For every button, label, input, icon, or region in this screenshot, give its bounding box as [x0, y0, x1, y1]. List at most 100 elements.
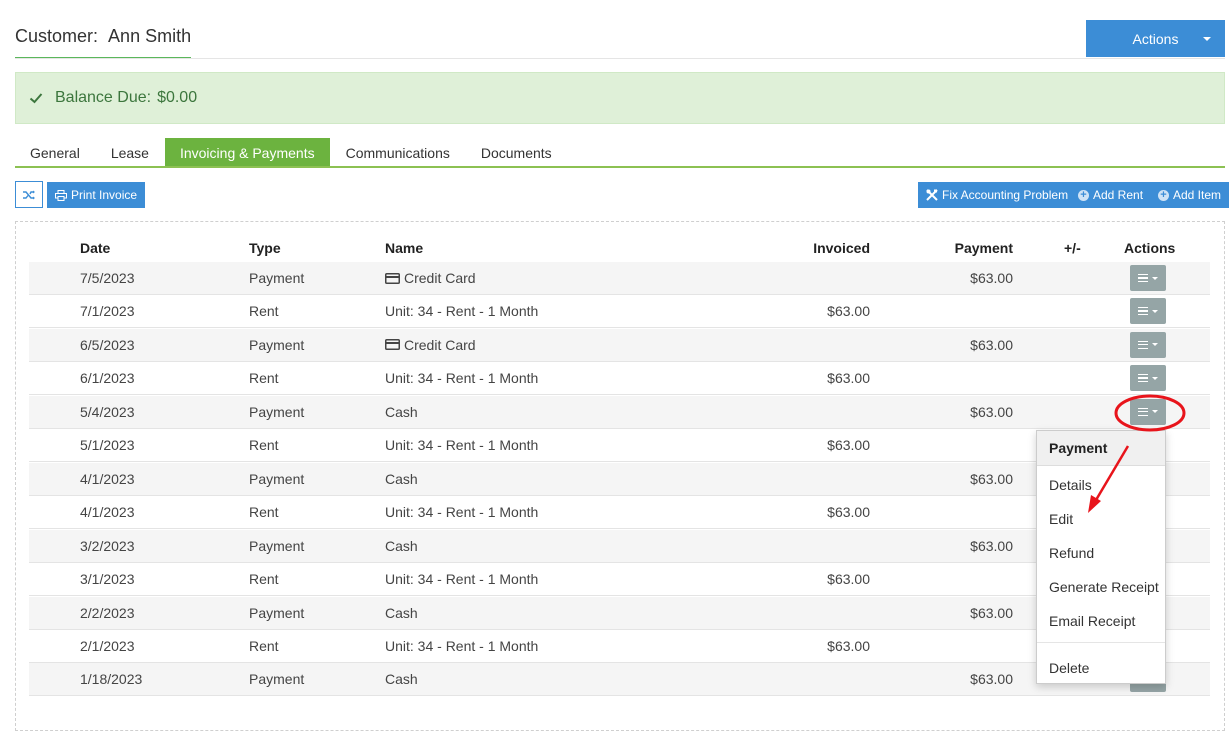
menu-item-email-receipt[interactable]: Email Receipt [1049, 613, 1135, 629]
header-divider [15, 58, 1225, 59]
table-row: 4/1/2023 Payment Cash $63.00 [29, 462, 1210, 496]
row-date: 7/5/2023 [80, 270, 135, 286]
add-item-label: Add Item [1173, 188, 1222, 202]
menu-item-edit[interactable]: Edit [1049, 511, 1073, 527]
row-actions-button[interactable] [1130, 331, 1166, 358]
row-name: Cash [385, 471, 418, 487]
row-date: 6/5/2023 [80, 336, 135, 353]
menu-item-generate-receipt[interactable]: Generate Receipt [1049, 579, 1159, 595]
row-payment: $63.00 [970, 470, 1013, 487]
table-row: 1/18/2023 Payment Cash $63.00 [29, 663, 1210, 697]
table-row: 7/5/2023 Payment Credit Card $63.00 [29, 262, 1210, 295]
row-name: Cash [385, 671, 418, 687]
tab-lease[interactable]: Lease [95, 138, 165, 166]
actions-dropdown-button[interactable]: Actions [1086, 20, 1225, 57]
add-rent-button[interactable]: + Add Rent [1070, 182, 1152, 208]
table-row: 3/1/2023 Rent Unit: 34 - Rent - 1 Month $63… [29, 563, 1210, 597]
page-title: Customer: Ann Smith [15, 26, 192, 59]
table-row: 5/4/2023 Payment Cash $63.00 [29, 395, 1210, 429]
row-type: Payment [249, 470, 305, 487]
table-row: 5/1/2023 Rent Unit: 34 - Rent - 1 Month $63… [29, 429, 1210, 463]
row-date: 4/1/2023 [80, 470, 135, 487]
table-row: 3/2/2023 Payment Cash $63.00 [29, 529, 1210, 563]
fix-accounting-label: Fix Accounting Problem [942, 188, 1069, 202]
row-type: Payment [249, 336, 305, 353]
row-actions-button[interactable] [1130, 398, 1166, 425]
row-name-text: Unit: 34 - Rent - 1 Month [385, 370, 539, 387]
menu-item-details[interactable]: Details [1049, 477, 1092, 493]
row-name-text: Unit: 34 - Rent - 1 Month [385, 437, 539, 454]
menu-header: Payment [1037, 431, 1165, 466]
row-type: Rent [249, 437, 279, 454]
fix-accounting-problem-button[interactable]: Fix Accounting Problem [918, 182, 1077, 208]
table-row: 4/1/2023 Rent Unit: 34 - Rent - 1 Month $63… [29, 496, 1210, 530]
row-payment: $63.00 [970, 671, 1013, 688]
menu-lines-icon [1138, 274, 1148, 282]
row-actions-button[interactable] [1130, 265, 1166, 291]
row-name-text: Unit: 34 - Rent - 1 Month [385, 571, 539, 588]
printer-icon [55, 189, 67, 201]
caret-down-icon [1152, 376, 1158, 380]
row-type: Payment [249, 403, 305, 420]
balance-amount: $0.00 [157, 89, 198, 106]
add-item-button[interactable]: + Add Item [1150, 182, 1230, 208]
plus-circle-icon: + [1078, 189, 1089, 201]
row-name-text: Cash [385, 604, 418, 621]
row-name: Credit Card [385, 337, 476, 353]
row-date: 2/2/2023 [80, 604, 135, 621]
title-prefix: Customer: [15, 26, 99, 46]
row-name-text: Unit: 34 - Rent - 1 Month [385, 637, 539, 654]
row-actions-button[interactable] [1130, 365, 1166, 392]
row-payment: $63.00 [970, 403, 1013, 420]
row-payment: $63.00 [970, 537, 1013, 554]
row-name: Unit: 34 - Rent - 1 Month [385, 571, 538, 587]
row-name: Cash [385, 404, 418, 420]
row-date: 5/1/2023 [80, 437, 135, 454]
row-name: Unit: 34 - Rent - 1 Month [385, 303, 538, 319]
row-name: Cash [385, 605, 418, 621]
row-name: Unit: 34 - Rent - 1 Month [385, 504, 538, 520]
menu-lines-icon [1138, 307, 1148, 316]
row-payment: $63.00 [970, 604, 1013, 621]
header-date: Date [80, 240, 111, 256]
row-name-text: Cash [385, 403, 418, 420]
tab-communications[interactable]: Communications [330, 138, 466, 166]
row-date: 3/2/2023 [80, 537, 135, 554]
row-name: Unit: 34 - Rent - 1 Month [385, 370, 538, 386]
header-invoiced: Invoiced [813, 240, 870, 256]
toggle-view-button[interactable] [15, 181, 43, 208]
menu-item-refund[interactable]: Refund [1049, 545, 1094, 561]
row-invoiced: $63.00 [827, 370, 870, 387]
row-name: Credit Card [385, 270, 476, 286]
row-date: 5/4/2023 [80, 403, 135, 420]
credit-card-icon [385, 339, 400, 351]
header-type: Type [249, 240, 281, 256]
header-name: Name [385, 240, 424, 256]
caret-down-icon [1152, 343, 1158, 347]
row-type: Payment [249, 604, 305, 621]
tools-icon [926, 189, 938, 201]
checkmark-icon [29, 93, 43, 104]
tab-general[interactable]: General [15, 138, 95, 166]
row-actions-button[interactable] [1130, 298, 1166, 325]
tab-documents[interactable]: Documents [466, 138, 567, 166]
row-name: Unit: 34 - Rent - 1 Month [385, 437, 538, 453]
header-plus-minus: +/- [1064, 240, 1081, 256]
row-date: 1/18/2023 [80, 671, 143, 688]
tab-invoicing-payments[interactable]: Invoicing & Payments [164, 138, 330, 166]
row-name-text: Cash [385, 671, 418, 688]
print-invoice-button[interactable]: Print Invoice [47, 182, 146, 208]
row-invoiced: $63.00 [827, 303, 870, 320]
header-actions: Actions [1124, 240, 1176, 256]
row-invoiced: $63.00 [827, 504, 870, 521]
row-name-text: Unit: 34 - Rent - 1 Month [385, 303, 539, 320]
menu-item-delete[interactable]: Delete [1049, 660, 1089, 676]
table-row: 2/1/2023 Rent Unit: 34 - Rent - 1 Month $63… [29, 630, 1210, 663]
caret-down-icon [1152, 309, 1158, 313]
row-type: Rent [249, 504, 279, 521]
menu-lines-icon [1138, 374, 1148, 383]
row-date: 7/1/2023 [80, 303, 135, 320]
row-name: Unit: 34 - Rent - 1 Month [385, 638, 538, 654]
row-invoiced: $63.00 [827, 571, 870, 588]
row-payment: $63.00 [970, 336, 1013, 353]
